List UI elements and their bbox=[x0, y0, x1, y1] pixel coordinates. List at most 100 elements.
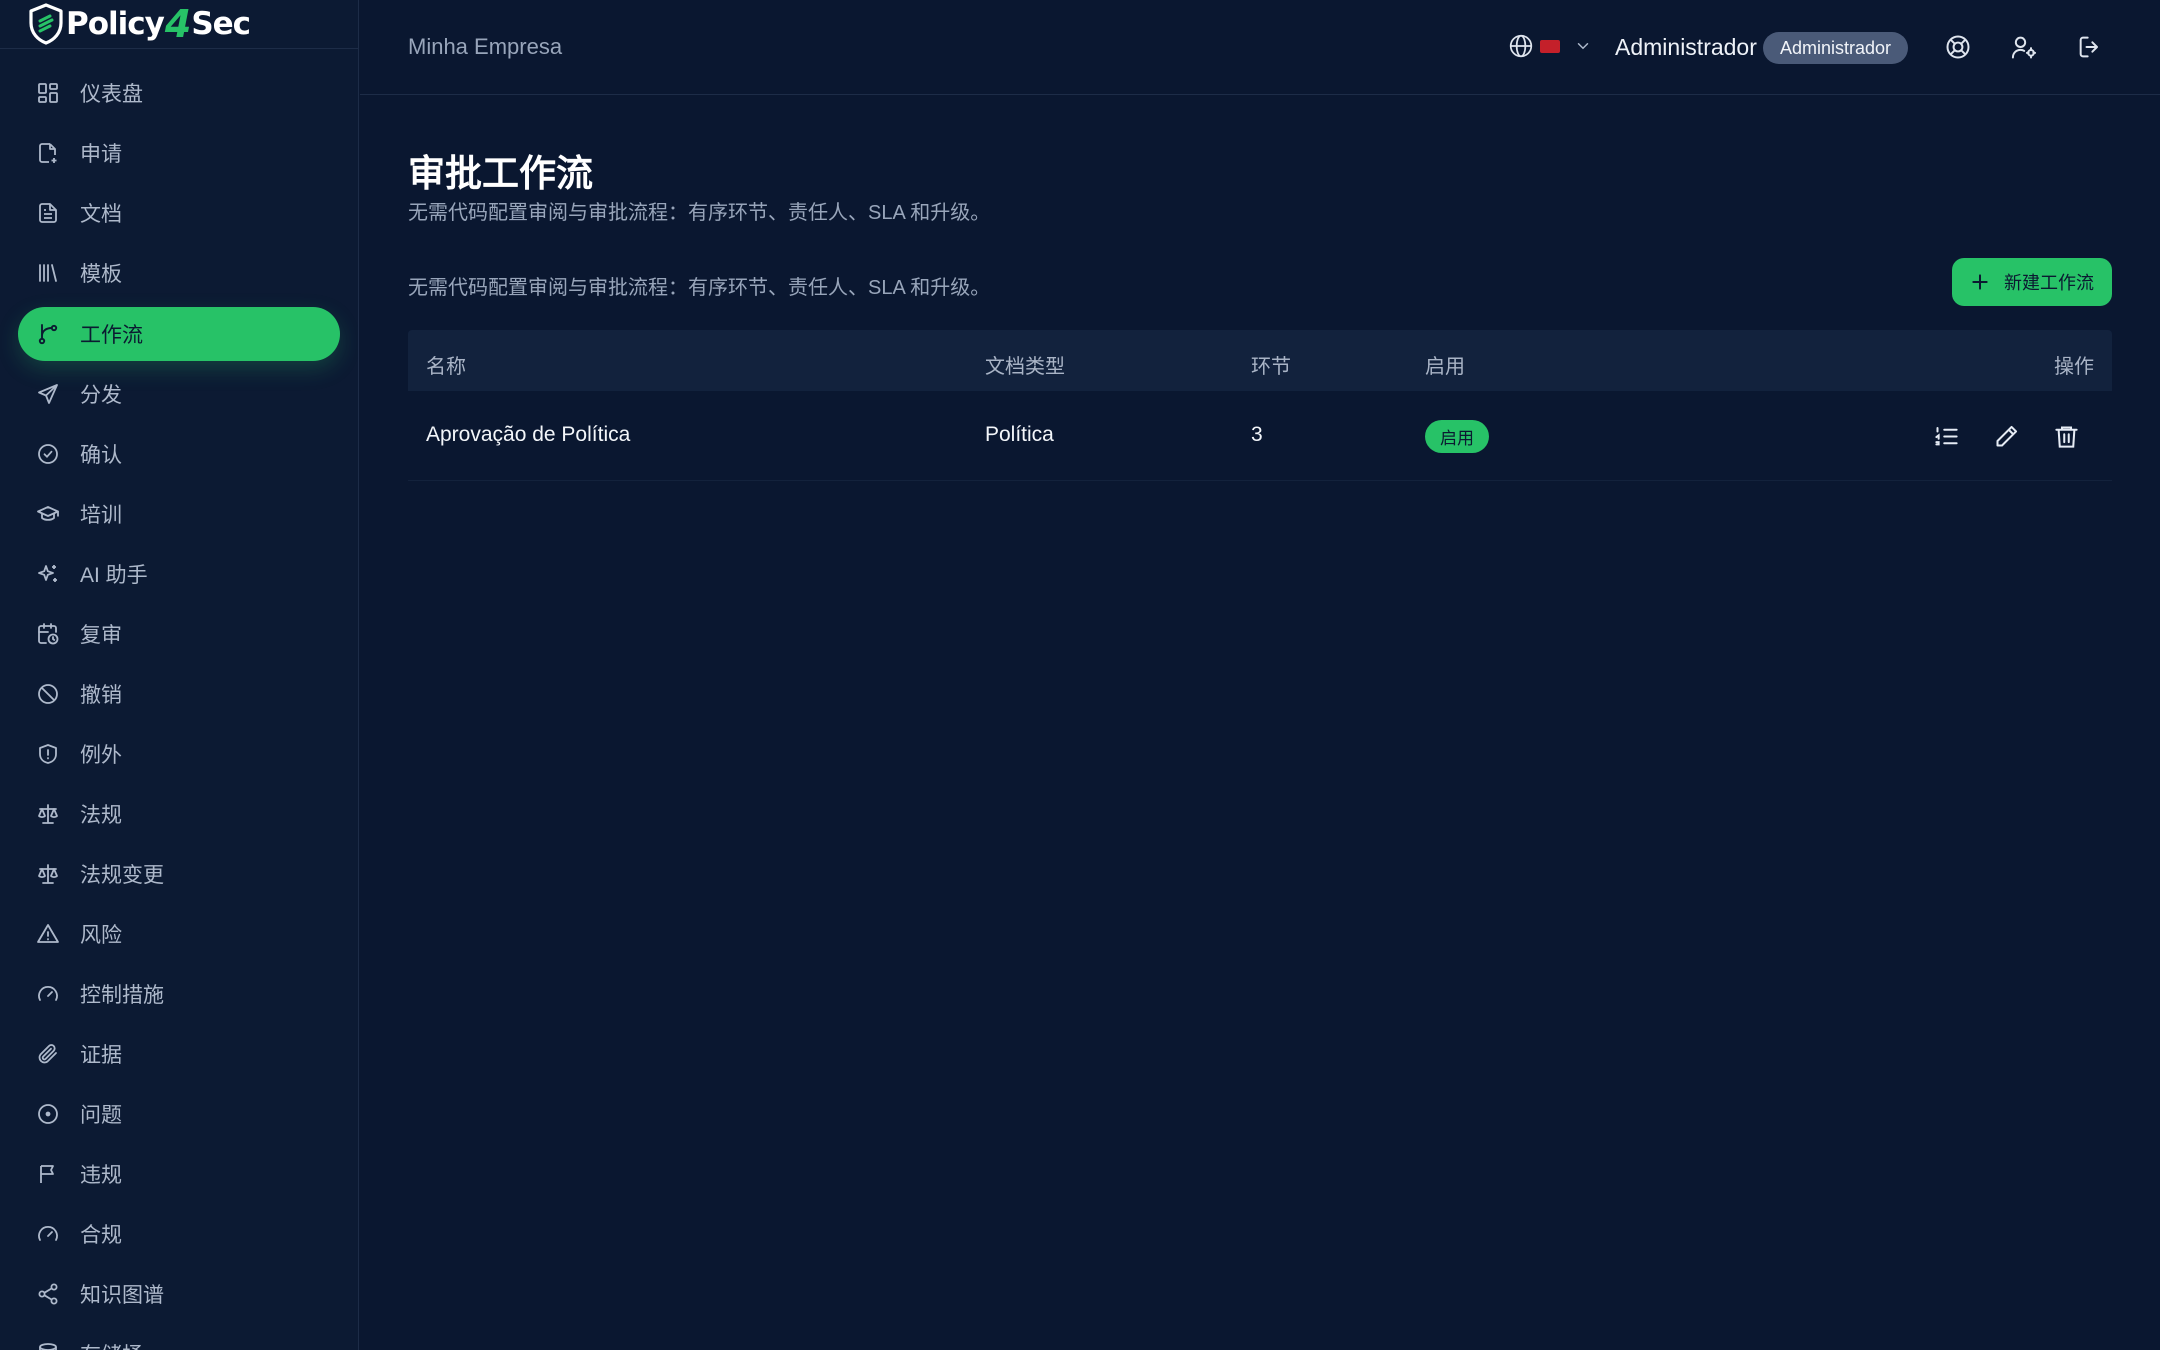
sidebar-item-label: 分发 bbox=[80, 384, 122, 407]
sidebar-item-evidence[interactable]: 证据 bbox=[18, 1027, 340, 1081]
column-header-steps: 环节 bbox=[1251, 356, 1291, 378]
paperclip-icon bbox=[38, 1044, 57, 1064]
sidebar-item-requests[interactable]: 申请 bbox=[18, 126, 340, 180]
chevron-down-icon bbox=[1577, 43, 1589, 50]
help-lifebuoy-icon[interactable] bbox=[1944, 33, 1972, 61]
sidebar-item-knowledge-graph[interactable]: 知识图谱 bbox=[18, 1267, 340, 1321]
sidebar-item-controls[interactable]: 控制措施 bbox=[18, 967, 340, 1021]
user-name: Administrador bbox=[1615, 34, 1757, 60]
workflow-icon bbox=[38, 324, 58, 345]
sidebar-item-training[interactable]: 培训 bbox=[18, 487, 340, 541]
page-title: 审批工作流 bbox=[408, 153, 593, 194]
sidebar-item-label: 文档 bbox=[80, 203, 122, 226]
sidebar-item-templates[interactable]: 模板 bbox=[18, 246, 340, 300]
sidebar-item-compliance[interactable]: 合规 bbox=[18, 1207, 340, 1261]
file-request-icon bbox=[39, 143, 57, 163]
sidebar-item-label: 工作流 bbox=[80, 324, 143, 347]
share-nodes-icon bbox=[38, 1283, 58, 1305]
list-steps-icon[interactable] bbox=[1933, 423, 1960, 450]
sidebar: Policy 4 Sec 仪表盘 申请 文档 模板 工作流 分发 确认 培训 A… bbox=[0, 0, 359, 1350]
trash-icon[interactable] bbox=[2053, 423, 2080, 450]
shield-alert-icon bbox=[39, 744, 57, 764]
sidebar-item-label: 法规 bbox=[80, 804, 122, 827]
edit-pencil-icon[interactable] bbox=[1993, 423, 2020, 450]
language-selector[interactable] bbox=[1508, 33, 1592, 59]
sidebar-item-ai-assistant[interactable]: AI 助手 bbox=[18, 547, 340, 601]
column-header-name: 名称 bbox=[426, 356, 466, 378]
dashboard-icon bbox=[38, 83, 58, 103]
sidebar-item-label: 违规 bbox=[80, 1164, 122, 1187]
shield-logo-icon bbox=[29, 3, 63, 45]
scale-icon bbox=[38, 804, 58, 824]
sidebar-item-label: 申请 bbox=[80, 143, 122, 166]
gauge-icon bbox=[38, 1226, 58, 1241]
table-row[interactable]: Aprovação de Política Política 3 启用 bbox=[408, 391, 2112, 481]
plus-icon bbox=[1972, 274, 1988, 290]
check-circle-icon bbox=[38, 444, 58, 464]
sidebar-item-label: 例外 bbox=[80, 744, 122, 767]
sidebar-item-violations[interactable]: 违规 bbox=[18, 1147, 340, 1201]
brand-name-right: Sec bbox=[191, 6, 251, 42]
sidebar-item-label: 合规 bbox=[80, 1224, 122, 1247]
logout-icon[interactable] bbox=[2076, 33, 2104, 61]
sidebar-item-label: 培训 bbox=[80, 504, 122, 527]
section-description: 无需代码配置审阅与审批流程：有序环节、责任人、SLA 和升级。 bbox=[408, 277, 991, 299]
sidebar-item-label: 控制措施 bbox=[80, 984, 164, 1007]
sidebar-item-documents[interactable]: 文档 bbox=[18, 186, 340, 240]
new-workflow-button[interactable]: 新建工作流 bbox=[1952, 258, 2112, 306]
sidebar-item-distribution[interactable]: 分发 bbox=[18, 367, 340, 421]
brand-name-left: Policy bbox=[66, 6, 165, 42]
company-name: Minha Empresa bbox=[408, 34, 563, 59]
page-subtitle: 无需代码配置审阅与审批流程：有序环节、责任人、SLA 和升级。 bbox=[408, 202, 991, 224]
column-header-enabled: 启用 bbox=[1425, 356, 1465, 378]
user-settings-icon[interactable] bbox=[2010, 33, 2038, 61]
library-icon bbox=[39, 264, 57, 282]
sidebar-item-confirm[interactable]: 确认 bbox=[18, 427, 340, 481]
sidebar-item-label: 存储桶 bbox=[80, 1339, 143, 1350]
sidebar-item-storage[interactable]: 存储桶 bbox=[18, 1327, 340, 1350]
sidebar-item-review[interactable]: 复审 bbox=[18, 607, 340, 661]
send-icon bbox=[38, 384, 58, 404]
gauge-icon bbox=[38, 986, 58, 1001]
scale-change-icon bbox=[38, 864, 58, 884]
calendar-clock-icon bbox=[38, 623, 59, 645]
globe-icon bbox=[1509, 34, 1533, 58]
top-bar: Minha Empresa Administrador Administrado… bbox=[360, 0, 2160, 95]
sidebar-item-label: 复审 bbox=[80, 624, 122, 647]
sidebar-item-label: 知识图谱 bbox=[80, 1284, 164, 1307]
flag-icon bbox=[40, 1165, 54, 1183]
workflow-doc-type: Política bbox=[985, 423, 1054, 446]
sidebar-item-label: 仪表盘 bbox=[80, 83, 143, 106]
sparkles-icon bbox=[38, 565, 57, 582]
sidebar-item-dashboard[interactable]: 仪表盘 bbox=[18, 66, 340, 120]
sidebar-item-label: 法规变更 bbox=[80, 864, 164, 887]
workflow-name: Aprovação de Política bbox=[426, 423, 631, 446]
warning-triangle-icon bbox=[37, 924, 59, 943]
sidebar-item-label: 撤销 bbox=[80, 684, 122, 707]
circle-dot-icon bbox=[38, 1104, 58, 1124]
brand-logo[interactable]: Policy 4 Sec bbox=[0, 0, 358, 49]
sidebar-item-workflows[interactable]: 工作流 bbox=[18, 307, 340, 361]
sidebar-item-label: 问题 bbox=[80, 1104, 122, 1127]
sidebar-item-label: 证据 bbox=[80, 1044, 122, 1067]
document-icon bbox=[39, 203, 57, 223]
column-header-doc-type: 文档类型 bbox=[985, 356, 1065, 378]
sidebar-item-label: 模板 bbox=[80, 263, 122, 286]
graduation-cap-icon bbox=[37, 506, 59, 521]
column-header-actions: 操作 bbox=[2054, 356, 2094, 378]
status-badge: 启用 bbox=[1425, 420, 1489, 453]
workflows-table: 名称 文档类型 环节 启用 操作 Aprovação de Política P… bbox=[408, 330, 2112, 481]
sidebar-item-label: 风险 bbox=[80, 924, 122, 947]
sidebar-item-revoke[interactable]: 撤销 bbox=[18, 667, 340, 721]
sidebar-item-label: 确认 bbox=[80, 444, 122, 467]
sidebar-item-risks[interactable]: 风险 bbox=[18, 907, 340, 961]
new-workflow-label: 新建工作流 bbox=[2004, 273, 2094, 293]
sidebar-item-exceptions[interactable]: 例外 bbox=[18, 727, 340, 781]
storage-icon bbox=[39, 1343, 57, 1350]
brand-name-four: 4 bbox=[164, 2, 191, 46]
table-header: 名称 文档类型 环节 启用 操作 bbox=[408, 330, 2112, 391]
workflow-steps: 3 bbox=[1251, 423, 1263, 446]
sidebar-item-regulations[interactable]: 法规 bbox=[18, 787, 340, 841]
sidebar-item-regulation-changes[interactable]: 法规变更 bbox=[18, 847, 340, 901]
sidebar-item-issues[interactable]: 问题 bbox=[18, 1087, 340, 1141]
